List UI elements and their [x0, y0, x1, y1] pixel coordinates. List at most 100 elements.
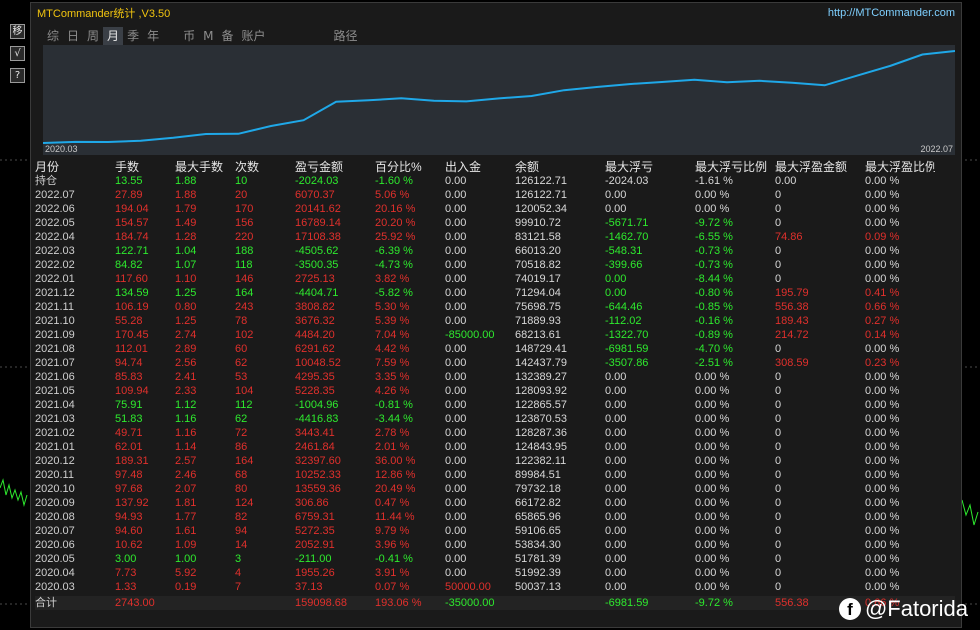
column-header[interactable]: 最大手数: [175, 160, 235, 174]
cell-pnl: 6070.37: [295, 189, 335, 201]
cell-flow: 50000.00: [445, 581, 491, 593]
column-header[interactable]: 最大浮盈比例: [865, 160, 935, 174]
move-button[interactable]: 移: [10, 24, 25, 39]
help-button[interactable]: ?: [10, 68, 25, 83]
column-header[interactable]: 手数: [115, 160, 175, 174]
cell-flow: 0.00: [445, 413, 467, 425]
cell-pct: 4.26 %: [375, 385, 410, 397]
cell-count: 80: [235, 483, 248, 495]
cell-max_lots: 1.49: [175, 217, 197, 229]
cell-flow: 0.00: [445, 539, 467, 551]
cell-max_loss_pct: 0.00 %: [695, 539, 730, 551]
tab-10[interactable]: 路径: [330, 27, 362, 45]
cell-pct: 11.44 %: [375, 511, 415, 523]
cell-max_lots: [175, 596, 235, 610]
cell-max_loss: -2024.03: [605, 175, 649, 187]
cell-max_gain_pct: 0.09 %: [865, 231, 900, 243]
cell-month: 2020.11: [35, 469, 74, 481]
cell-count: 60: [235, 343, 248, 355]
cell-max_loss_pct: -0.73 %: [695, 259, 733, 271]
check-button[interactable]: √: [10, 46, 25, 61]
table-row: 2021.06 85.83 2.41 53 4295.35 3.35 % 0.00 13238…: [35, 370, 955, 384]
column-header[interactable]: 百分比%: [375, 160, 445, 174]
cell-max_lots: 1.12: [175, 399, 197, 411]
column-header[interactable]: 最大浮亏比例: [695, 160, 775, 174]
column-header[interactable]: 出入金: [445, 160, 515, 174]
cell-pnl: 2052.91: [295, 539, 335, 551]
cell-lots: 94.74: [115, 357, 143, 369]
cell-flow: 0.00: [445, 371, 467, 383]
cell-max_loss: 0.00: [605, 455, 627, 467]
cell-lots: 55.28: [115, 315, 143, 327]
cell-month: 2021.07: [35, 357, 75, 369]
cell-max_lots: 1.04: [175, 245, 197, 257]
cell-max_lots: 1.81: [175, 497, 197, 509]
cell-pnl: -4505.62: [295, 245, 339, 257]
tab-2[interactable]: 周: [83, 27, 103, 45]
column-header[interactable]: 最大浮盈金额: [775, 160, 865, 174]
cell-pnl: 4484.20: [295, 329, 335, 341]
cell-max_lots: 2.41: [175, 371, 197, 383]
x-end-label: 2022.07: [920, 144, 953, 154]
table-row: 2022.06 194.04 1.79 170 20141.62 20.16 % 0.00 1…: [35, 202, 955, 216]
cell-lots: 122.71: [115, 245, 149, 257]
cell-lots: 134.59: [115, 287, 149, 299]
table-row: 2021.04 75.91 1.12 112 -1004.96 -0.81 % 0.00 12…: [35, 398, 955, 412]
cell-max_loss: 0.00: [605, 511, 627, 523]
cell-max_gain: 0: [775, 385, 782, 397]
cell-count: 53: [235, 371, 248, 383]
table-row: 2020.06 10.62 1.09 14 2052.91 3.96 % 0.00 53834…: [35, 538, 955, 552]
column-header[interactable]: 月份: [35, 160, 115, 174]
cell-balance: 68213.61: [515, 329, 561, 341]
facebook-icon: f: [838, 598, 861, 620]
tab-9[interactable]: 账户: [237, 27, 269, 45]
cell-count: 112: [235, 399, 253, 411]
tab-8[interactable]: 备: [217, 27, 237, 45]
cell-max_lots: 1.10: [175, 273, 197, 285]
cell-lots: 106.19: [115, 301, 149, 313]
cell-pnl: 20141.62: [295, 203, 341, 215]
tab-5[interactable]: 年: [143, 27, 163, 45]
tab-3[interactable]: 月: [103, 27, 124, 45]
cell-balance: 126122.71: [515, 189, 567, 201]
cell-max_lots: 2.57: [175, 455, 197, 467]
cell-pnl: -1004.96: [295, 399, 339, 411]
column-header[interactable]: 次数: [235, 160, 295, 174]
cell-max_loss_pct: 0.00 %: [695, 203, 730, 215]
cell-flow: -85000.00: [445, 329, 495, 341]
tab-0[interactable]: 综: [43, 27, 63, 45]
cell-pct: 20.20 %: [375, 217, 416, 229]
table-row: 2020.07 94.60 1.61 94 5272.35 9.79 % 0.00 59106…: [35, 524, 955, 538]
table-row: 2022.02 84.82 1.07 118 -3500.35 -4.73 % 0.00 70…: [35, 258, 955, 272]
app-url-link[interactable]: http://MTCommander.com: [828, 7, 955, 19]
cell-pnl: 306.86: [295, 497, 329, 509]
column-header[interactable]: 盈亏金额: [295, 160, 375, 174]
cell-flow: 0.00: [445, 483, 467, 495]
cell-pct: -0.81 %: [375, 399, 413, 411]
cell-max_gain_pct: 0.00 %: [865, 343, 900, 355]
cell-max_gain_pct: 0.00 %: [865, 273, 900, 285]
cell-flow: 0.00: [445, 469, 467, 481]
cell-count: 68: [235, 469, 248, 481]
cell-month: 2021.09: [35, 329, 75, 341]
cell-month: 2020.05: [35, 553, 75, 565]
cell-max_gain: 0: [775, 483, 782, 495]
cell-month: 2021.11: [35, 301, 74, 313]
cell-max_loss: -548.31: [605, 245, 643, 257]
cell-max_gain: 0: [775, 497, 782, 509]
column-header[interactable]: 最大浮亏: [605, 160, 695, 174]
cell-month: 2022.06: [35, 203, 75, 215]
tab-6[interactable]: 币: [179, 27, 199, 45]
stats-panel: MTCommander统计 ,V3.50 http://MTCommander.…: [30, 2, 962, 628]
cell-max_lots: 2.89: [175, 343, 197, 355]
tab-4[interactable]: 季: [123, 27, 143, 45]
cell-pnl: 2725.13: [295, 273, 335, 285]
cell-balance: 71889.93: [515, 315, 561, 327]
cell-pct: 0.07 %: [375, 581, 410, 593]
column-header[interactable]: 余额: [515, 160, 605, 174]
cell-max_gain: 0: [775, 189, 782, 201]
cell-max_gain: 0: [775, 413, 782, 425]
cell-max_loss_pct: 0.00 %: [695, 189, 730, 201]
tab-7[interactable]: M: [199, 27, 217, 45]
tab-1[interactable]: 日: [63, 27, 83, 45]
